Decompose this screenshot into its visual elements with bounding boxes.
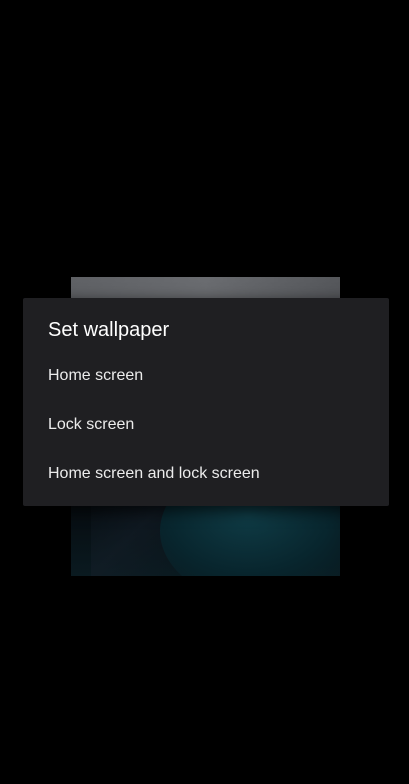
option-lock-screen[interactable]: Lock screen bbox=[23, 401, 389, 450]
option-home-and-lock-screen[interactable]: Home screen and lock screen bbox=[23, 450, 389, 499]
dialog-title: Set wallpaper bbox=[48, 319, 170, 341]
option-home-screen[interactable]: Home screen bbox=[23, 352, 389, 401]
set-wallpaper-dialog: Set wallpaper Home screen Lock screen Ho… bbox=[23, 298, 389, 506]
wallpaper-preview-top bbox=[71, 277, 340, 299]
screen: Set wallpaper Home screen Lock screen Ho… bbox=[0, 0, 409, 784]
